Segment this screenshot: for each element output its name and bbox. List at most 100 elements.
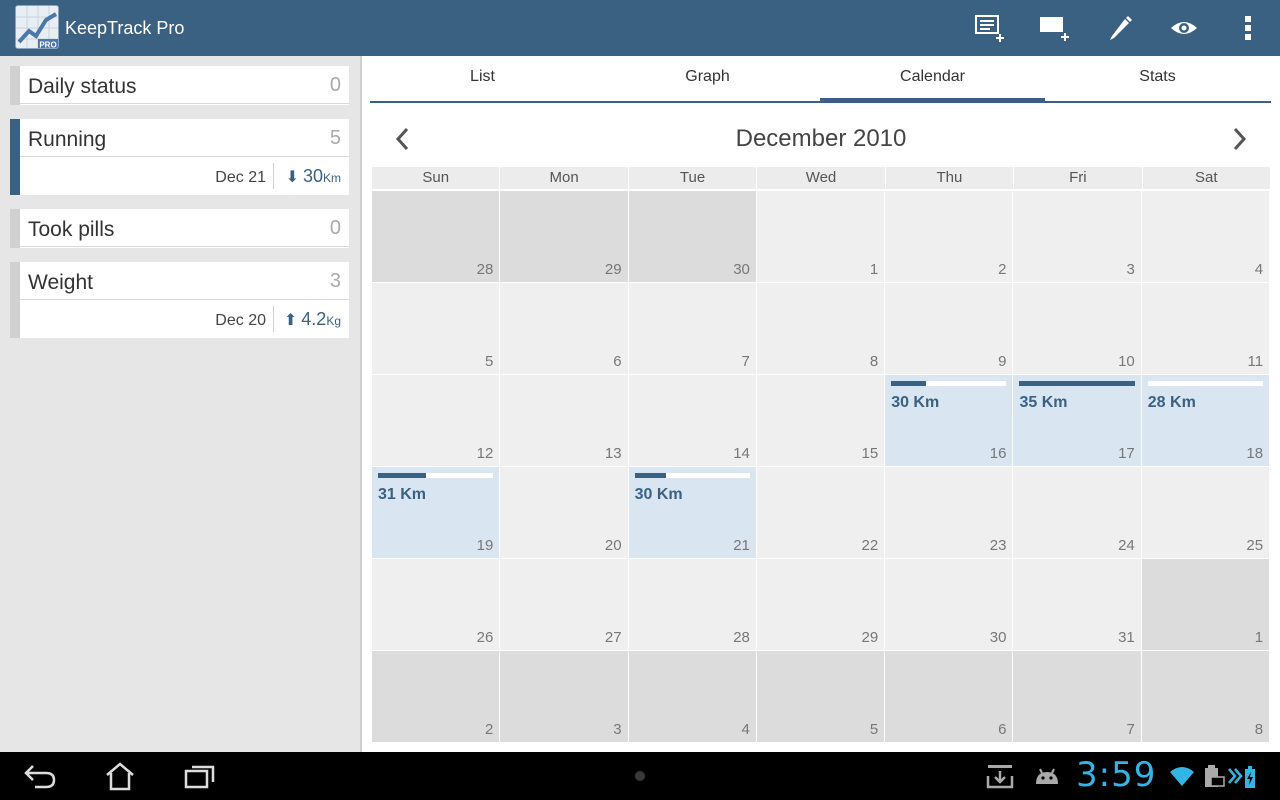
last-entry-value: ⬇ 30Km	[285, 166, 341, 186]
view-icon	[1171, 22, 1197, 34]
weekday-label: Fri	[1014, 167, 1142, 189]
calendar-day[interactable]: 20	[500, 467, 628, 558]
day-number: 21	[733, 537, 750, 554]
weekday-label: Sun	[372, 167, 500, 189]
edit-button[interactable]	[1100, 8, 1140, 48]
calendar-day[interactable]: 1	[756, 191, 885, 282]
calendar-day[interactable]: 28	[372, 191, 500, 282]
divider	[273, 306, 274, 332]
calendar-day[interactable]: 5	[372, 283, 500, 374]
day-number: 23	[989, 537, 1007, 554]
day-number: 2	[484, 721, 494, 738]
calendar-day[interactable]: 23	[885, 467, 1013, 558]
last-entry-value: ⬆ 4.2Kg	[283, 309, 341, 329]
home-button[interactable]	[98, 760, 142, 792]
calendar-day[interactable]: 26	[372, 559, 500, 650]
calendar-day[interactable]: 7	[1013, 651, 1141, 742]
calendar-day[interactable]: 24	[1013, 467, 1141, 558]
calendar-day[interactable]: 9	[885, 283, 1013, 374]
recent-apps-button[interactable]	[178, 760, 222, 792]
calendar-day[interactable]: 31	[1013, 559, 1141, 650]
day-number: 5	[484, 353, 494, 370]
calendar-day[interactable]: 8	[756, 283, 885, 374]
back-icon	[24, 765, 56, 789]
calendar-day-with-entry[interactable]: 35 Km 17	[1013, 375, 1141, 466]
calendar-day[interactable]: 12	[372, 375, 500, 466]
calendar-day[interactable]: 4	[1141, 191, 1270, 282]
day-number: 28	[733, 629, 750, 646]
calendar-day[interactable]: 29	[500, 191, 628, 282]
last-entry-date: Dec 20	[215, 312, 266, 329]
day-number: 4	[741, 721, 750, 738]
app-root: PRO KeepTrack Pro Daily status 0 Running…	[0, 0, 1280, 800]
day-number: 1	[869, 261, 879, 278]
divider	[273, 163, 274, 189]
calendar-day-with-entry[interactable]: 28 Km 18	[1141, 375, 1270, 466]
calendar-day[interactable]: 28	[628, 559, 756, 650]
calendar-days: 28 29 30 1 2 3 4 5 6 7 8 9 10 11 12 13 14 15 30 Km 16 35 Km 1…	[372, 191, 1270, 742]
add-tracker-button[interactable]	[1034, 8, 1074, 48]
weekday-label: Mon	[500, 167, 628, 189]
app-logo-icon[interactable]: PRO	[15, 5, 59, 49]
battery-status[interactable]	[1220, 760, 1264, 792]
calendar-day[interactable]: 3	[1013, 191, 1141, 282]
calendar-day-with-entry[interactable]: 30 Km 21	[628, 467, 756, 558]
calendar-day[interactable]: 27	[500, 559, 628, 650]
month-title: December 2010	[735, 125, 907, 152]
chevron-right-icon	[1233, 127, 1247, 151]
calendar-day[interactable]: 6	[885, 651, 1013, 742]
tracker-last-entry: Dec 21 ⬇ 30Km	[20, 157, 349, 195]
overflow-menu-button[interactable]	[1228, 8, 1268, 48]
calendar-day[interactable]: 3	[500, 651, 628, 742]
calendar-day[interactable]: 13	[500, 375, 628, 466]
calendar-day[interactable]: 7	[628, 283, 756, 374]
calendar-day[interactable]: 2	[885, 191, 1013, 282]
calendar-day[interactable]: 25	[1141, 467, 1270, 558]
tab-graph[interactable]: Graph	[595, 56, 820, 101]
day-number: 19	[476, 537, 494, 554]
calendar-day[interactable]: 11	[1141, 283, 1270, 374]
tracker-item-took-pills[interactable]: Took pills 0	[10, 209, 349, 248]
home-icon	[106, 762, 134, 791]
calendar-day[interactable]: 6	[500, 283, 628, 374]
calendar-day[interactable]: 10	[1013, 283, 1141, 374]
calendar-day[interactable]: 30	[628, 191, 756, 282]
calendar-day[interactable]: 2	[372, 651, 500, 742]
tab-calendar[interactable]: Calendar	[820, 56, 1045, 103]
calendar-day[interactable]: 4	[628, 651, 756, 742]
calendar-day[interactable]: 8	[1141, 651, 1270, 742]
day-number: 10	[1118, 353, 1135, 370]
calendar-day-with-entry[interactable]: 30 Km 16	[885, 375, 1013, 466]
download-notification[interactable]	[978, 760, 1022, 792]
add-entry-button[interactable]	[970, 8, 1010, 48]
next-month-button[interactable]	[1224, 124, 1254, 154]
tracker-count: 3	[329, 270, 341, 292]
tracker-item-running[interactable]: Running 5 Dec 21 ⬇ 30Km	[10, 119, 349, 195]
entry-progress-bar	[1019, 381, 1135, 386]
month-navigation: December 2010	[362, 116, 1280, 160]
calendar-day[interactable]: 30	[885, 559, 1013, 650]
back-button[interactable]	[18, 760, 62, 792]
day-number: 11	[1247, 353, 1264, 370]
calendar-day[interactable]: 5	[756, 651, 885, 742]
tracker-item-weight[interactable]: Weight 3 Dec 20 ⬆ 4.2Kg	[10, 262, 349, 338]
nav-indicator-dot	[635, 771, 645, 781]
day-number: 25	[1246, 537, 1264, 554]
weekday-label: Tue	[628, 167, 757, 189]
calendar-day-with-entry[interactable]: 31 Km 19	[372, 467, 500, 558]
calendar-day[interactable]: 22	[756, 467, 885, 558]
calendar-day[interactable]: 15	[756, 375, 885, 466]
day-number: 5	[869, 721, 879, 738]
android-debug-notification[interactable]	[1025, 760, 1069, 792]
view-button[interactable]	[1164, 8, 1204, 48]
action-bar: PRO KeepTrack Pro	[0, 0, 1280, 56]
calendar-day[interactable]: 1	[1141, 559, 1270, 650]
calendar-day[interactable]: 29	[756, 559, 885, 650]
day-number: 20	[604, 537, 622, 554]
calendar-day[interactable]: 14	[628, 375, 756, 466]
tab-list[interactable]: List	[370, 56, 595, 101]
day-number: 13	[604, 445, 622, 462]
tab-stats[interactable]: Stats	[1045, 56, 1270, 101]
tracker-item-daily-status[interactable]: Daily status 0	[10, 66, 349, 105]
day-number: 27	[604, 629, 622, 646]
